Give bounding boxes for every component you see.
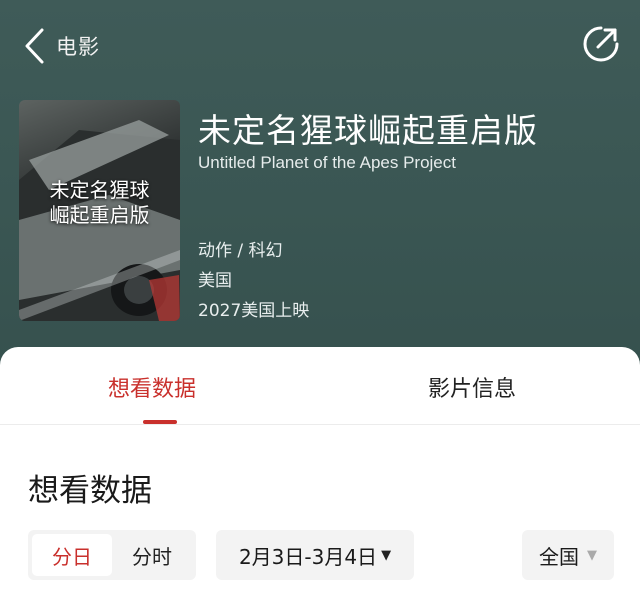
chevron-left-icon bbox=[25, 28, 44, 64]
movie-country: 美国 bbox=[198, 271, 232, 291]
poster-title-line: 未定名猩球 bbox=[49, 178, 150, 202]
tab-want-to-see-data[interactable]: 想看数据 bbox=[108, 371, 196, 403]
nav-title: 电影 bbox=[56, 35, 100, 59]
caret-down-icon: ▼ bbox=[587, 547, 597, 563]
share-icon bbox=[583, 26, 619, 62]
movie-release: 2027美国上映 bbox=[198, 301, 310, 321]
content-sheet: 想看数据 影片信息 想看数据 分日 分时 2月3日-3月4日 ▼ 全国 ▼ bbox=[0, 347, 640, 609]
poster-title-line: 崛起重启版 bbox=[49, 203, 150, 227]
granularity-hourly-button[interactable]: 分时 bbox=[112, 534, 192, 576]
back-button[interactable]: 电影 bbox=[22, 26, 100, 66]
poster-title: 未定名猩球 崛起重启版 bbox=[19, 178, 180, 228]
tab-movie-info[interactable]: 影片信息 bbox=[428, 371, 516, 403]
date-range-label: 2月3日-3月4日 bbox=[238, 544, 378, 569]
region-dropdown[interactable]: 全国 ▼ bbox=[522, 530, 614, 580]
section-title: 想看数据 bbox=[28, 473, 152, 509]
movie-header: 电影 未定名猩球 崛起重启版 未定名猩球崛起重启版 Untitled Plane… bbox=[0, 0, 640, 372]
movie-title: 未定名猩球崛起重启版 bbox=[198, 111, 538, 150]
movie-poster[interactable]: 未定名猩球 崛起重启版 bbox=[19, 100, 180, 321]
tab-divider bbox=[0, 424, 640, 425]
granularity-toggle: 分日 分时 bbox=[28, 530, 196, 580]
movie-genre: 动作 / 科幻 bbox=[198, 241, 283, 261]
caret-down-icon: ▼ bbox=[381, 547, 392, 563]
share-button[interactable] bbox=[581, 24, 621, 64]
granularity-daily-button[interactable]: 分日 bbox=[32, 534, 112, 576]
movie-original-title: Untitled Planet of the Apes Project bbox=[198, 153, 456, 172]
region-label: 全国 bbox=[539, 544, 579, 569]
date-range-dropdown[interactable]: 2月3日-3月4日 ▼ bbox=[216, 530, 414, 580]
